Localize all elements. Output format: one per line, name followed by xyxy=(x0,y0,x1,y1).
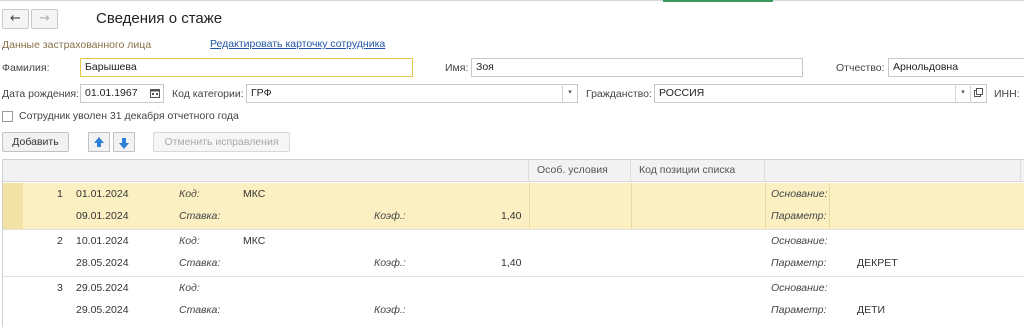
page-title: Сведения о стаже xyxy=(96,10,223,27)
code-label: Код: xyxy=(179,235,200,247)
citizenship-select[interactable]: РОССИЯ xyxy=(654,84,987,103)
arrow-left-icon: ← xyxy=(10,11,21,26)
chevron-down-icon[interactable]: ▾ xyxy=(955,84,970,103)
coef-value: 1,40 xyxy=(501,257,522,269)
table-header: Особ. условия Код позиции списка xyxy=(3,160,1024,182)
undo-changes-button[interactable]: Отменить исправления xyxy=(153,132,290,152)
header-cell xyxy=(3,160,529,182)
parameter-label: Параметр: xyxy=(771,210,827,222)
end-date: 29.05.2024 xyxy=(76,304,129,316)
coef-label: Коэф.: xyxy=(374,210,406,222)
patronymic-label: Отчество: xyxy=(836,62,885,74)
category-label: Код категории: xyxy=(172,88,244,100)
start-date: 10.01.2024 xyxy=(76,235,129,247)
parameter-value: ДЕКРЕТ xyxy=(857,257,898,269)
category-select[interactable]: ГРФ xyxy=(246,84,578,103)
code-value: МКС xyxy=(243,235,266,247)
rate-label: Ставка: xyxy=(179,210,221,222)
citizenship-label: Гражданство: xyxy=(586,88,652,100)
row-number: 2 xyxy=(57,235,63,247)
move-down-button[interactable] xyxy=(113,132,135,152)
row-marker xyxy=(3,183,23,229)
name-field[interactable]: Зоя xyxy=(471,58,803,77)
rate-label: Ставка: xyxy=(179,257,221,269)
header-list-position-code[interactable]: Код позиции списка xyxy=(631,160,765,182)
rate-label: Ставка: xyxy=(179,304,221,316)
end-date: 09.01.2024 xyxy=(76,210,129,222)
patronymic-field[interactable]: Арнольдовна xyxy=(888,58,1024,77)
table-row[interactable]: 1 01.01.2024 Код: МКС Основание: 09.01.2… xyxy=(3,183,1024,229)
dismissed-checkbox[interactable] xyxy=(2,111,13,122)
active-tab-indicator xyxy=(663,0,773,2)
top-border xyxy=(0,0,1024,1)
add-button[interactable]: Добавить xyxy=(2,132,69,152)
back-button[interactable]: ← xyxy=(2,9,29,29)
move-up-button[interactable] xyxy=(88,132,110,152)
header-special-conditions[interactable]: Особ. условия xyxy=(529,160,631,182)
coef-label: Коэф.: xyxy=(374,304,406,316)
coef-label: Коэф.: xyxy=(374,257,406,269)
inn-label: ИНН: xyxy=(994,88,1020,100)
category-value: ГРФ xyxy=(251,87,272,99)
surname-label: Фамилия: xyxy=(2,62,50,74)
open-form-icon[interactable] xyxy=(970,84,985,103)
birthdate-label: Дата рождения: xyxy=(2,88,79,100)
experience-table: Особ. условия Код позиции списка 1 01.01… xyxy=(2,159,1024,327)
row-number: 1 xyxy=(57,188,63,200)
forward-button[interactable]: → xyxy=(31,9,58,29)
citizenship-value: РОССИЯ xyxy=(659,87,705,99)
end-date: 28.05.2024 xyxy=(76,257,129,269)
table-row[interactable]: 3 29.05.2024 Код: Основание: 29.05.2024 … xyxy=(3,277,1024,323)
calendar-icon[interactable] xyxy=(147,84,162,103)
basis-label: Основание: xyxy=(771,188,828,200)
coef-value: 1,40 xyxy=(501,210,522,222)
arrow-right-icon: → xyxy=(39,11,50,26)
basis-label: Основание: xyxy=(771,282,828,294)
row-number: 3 xyxy=(57,282,63,294)
code-label: Код: xyxy=(179,282,200,294)
start-date: 29.05.2024 xyxy=(76,282,129,294)
name-label: Имя: xyxy=(445,62,469,74)
chevron-down-icon[interactable]: ▾ xyxy=(562,84,577,103)
surname-field[interactable]: Барышева xyxy=(80,58,413,77)
parameter-label: Параметр: xyxy=(771,257,827,269)
parameter-value: ДЕТИ xyxy=(857,304,886,316)
section-label: Данные застрахованного лица xyxy=(2,39,152,51)
header-cell xyxy=(765,160,1021,182)
start-date: 01.01.2024 xyxy=(76,188,129,200)
table-row[interactable]: 2 10.01.2024 Код: МКС Основание: 28.05.2… xyxy=(3,230,1024,276)
parameter-label: Параметр: xyxy=(771,304,827,316)
basis-label: Основание: xyxy=(771,235,828,247)
code-label: Код: xyxy=(179,188,200,200)
code-value: МКС xyxy=(243,188,266,200)
edit-employee-link[interactable]: Редактировать карточку сотрудника xyxy=(210,38,385,50)
birthdate-value: 01.01.1967 xyxy=(85,87,138,99)
dismissed-label: Сотрудник уволен 31 декабря отчетного го… xyxy=(19,110,239,122)
